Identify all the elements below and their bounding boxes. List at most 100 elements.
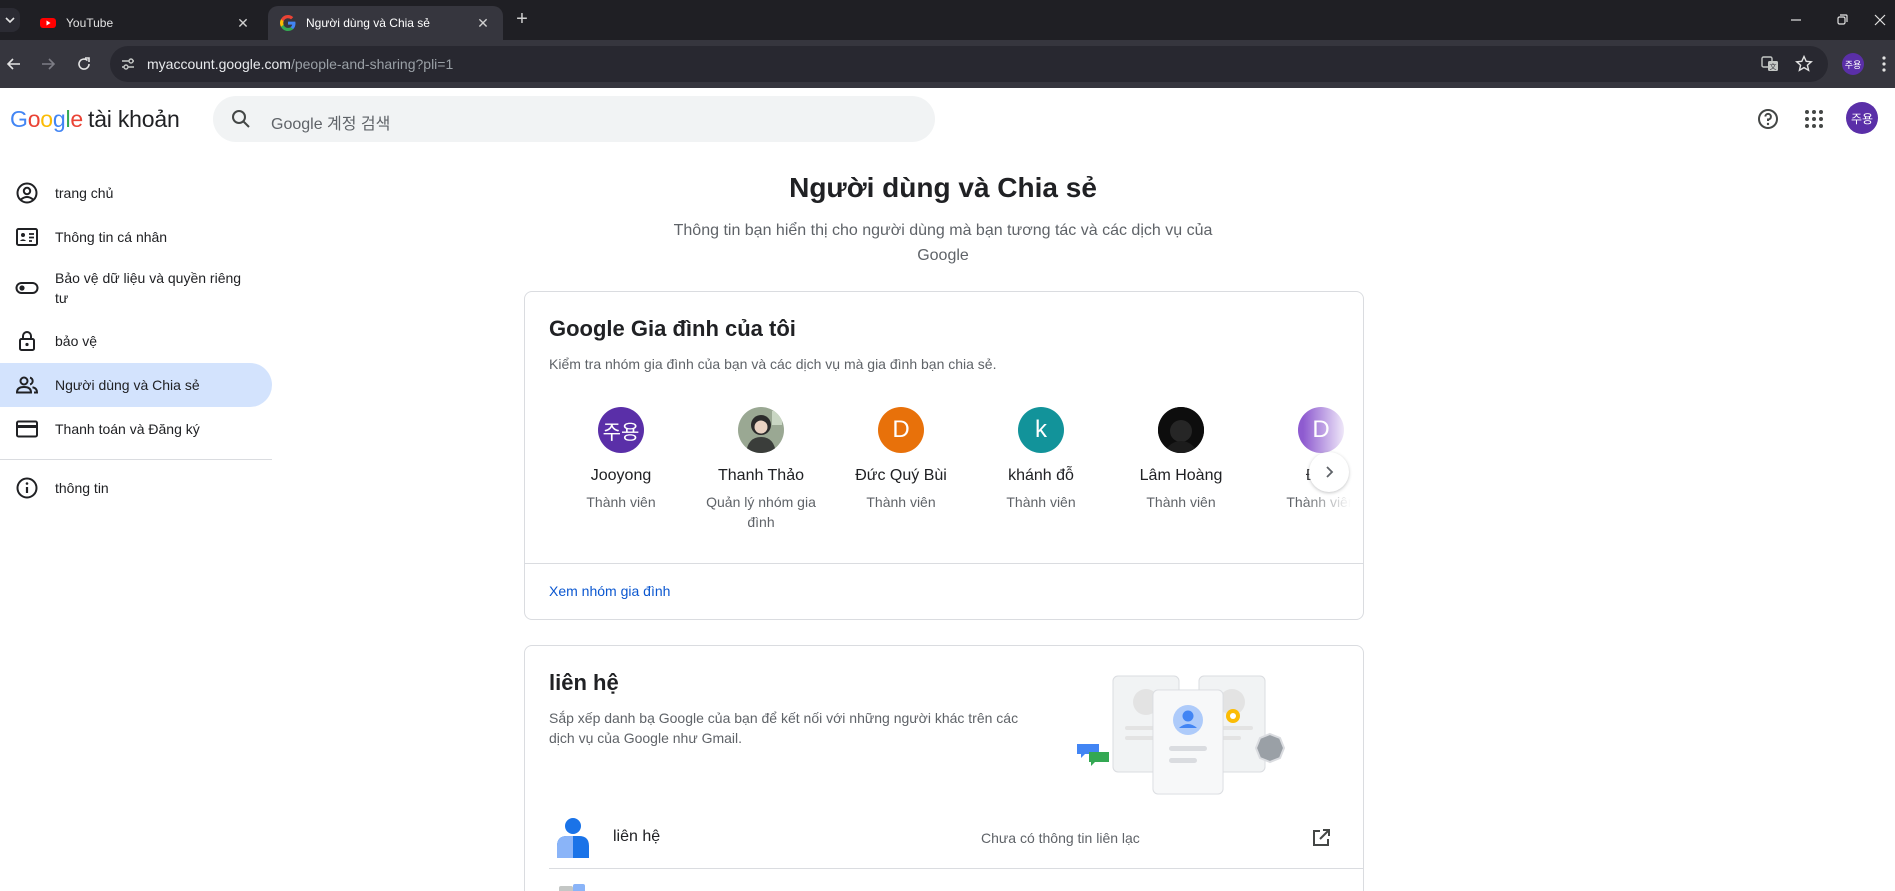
close-icon[interactable]: ✕ bbox=[235, 15, 251, 31]
chevron-down-icon bbox=[5, 17, 15, 24]
member-name: Đức Quý Bùi bbox=[855, 467, 947, 484]
search-input[interactable]: Google 계정 검색 bbox=[271, 110, 390, 134]
lock-icon bbox=[19, 331, 35, 351]
profile-avatar[interactable]: 주용 bbox=[1842, 53, 1864, 75]
sidebar-item-label: Thông tin cá nhân bbox=[55, 229, 168, 245]
contacts-row-status: Chưa có thông tin liên lạc bbox=[981, 830, 1140, 846]
browser-toolbar: myaccount.google.com/people-and-sharing?… bbox=[0, 40, 1895, 88]
address-bar[interactable]: myaccount.google.com/people-and-sharing?… bbox=[110, 46, 1828, 82]
member-avatar: 주용 bbox=[598, 407, 644, 453]
member-name: khánh đỗ bbox=[1008, 467, 1074, 484]
view-family-group-link[interactable]: Xem nhóm gia đình bbox=[549, 583, 670, 599]
family-card: Google Gia đình của tôi Kiểm tra nhóm gi… bbox=[524, 291, 1364, 620]
member-avatar: k bbox=[1018, 407, 1064, 453]
sidebar-item-label: thông tin bbox=[55, 480, 109, 496]
toggle-icon bbox=[15, 282, 39, 294]
family-member[interactable]: D Đức Quý Bùi Thành viên bbox=[831, 407, 971, 512]
restore-icon[interactable] bbox=[1832, 10, 1852, 30]
sidebar-item-data-privacy[interactable]: Bảo vệ dữ liệu và quyền riêng tư bbox=[0, 261, 272, 315]
google-account-logo[interactable]: Google tài khoản bbox=[10, 106, 180, 133]
member-name: Thanh Thảo bbox=[718, 467, 804, 484]
family-member[interactable]: k khánh đỗ Thành viên bbox=[971, 407, 1111, 512]
tab-youtube[interactable]: YouTube ✕ bbox=[28, 6, 263, 40]
member-role: Thành viên bbox=[866, 494, 936, 510]
account-avatar[interactable]: 주용 bbox=[1846, 102, 1878, 134]
sidebar-item-payments[interactable]: Thanh toán và Đăng ký bbox=[0, 409, 272, 449]
contacts-illustration bbox=[1077, 675, 1286, 795]
search-bar[interactable]: Google 계정 검색 bbox=[213, 96, 935, 142]
next-row-icon bbox=[559, 884, 585, 891]
open-in-new-icon[interactable] bbox=[1309, 826, 1333, 850]
contacts-row-label: liên hệ bbox=[613, 828, 661, 845]
member-avatar bbox=[1158, 407, 1204, 453]
translate-icon[interactable]: 文 bbox=[1760, 54, 1780, 74]
contacts-card-title: liên hệ bbox=[549, 670, 619, 695]
family-member[interactable]: Lâm Hoàng Thành viên bbox=[1111, 407, 1251, 512]
family-member[interactable]: Thanh Thảo Quản lý nhóm gia đình bbox=[691, 407, 831, 532]
close-window-icon[interactable] bbox=[1870, 10, 1890, 30]
contacts-card-description: Sắp xếp danh bạ Google của bạn để kết nố… bbox=[549, 710, 1019, 746]
svg-text:文: 文 bbox=[1770, 62, 1777, 71]
row-divider bbox=[549, 868, 1363, 869]
member-avatar bbox=[738, 407, 784, 453]
sidebar-item-label: Thanh toán và Đăng ký bbox=[55, 421, 200, 437]
id-card-icon bbox=[16, 228, 38, 246]
tab-search-button[interactable] bbox=[0, 8, 20, 32]
contacts-card: liên hệ Sắp xếp danh bạ Google của bạn đ… bbox=[524, 645, 1364, 891]
sidebar-item-personal-info[interactable]: Thông tin cá nhân bbox=[0, 217, 272, 257]
person-icon bbox=[557, 818, 589, 858]
family-member[interactable]: 주용 Jooyong Thành viên bbox=[551, 407, 691, 512]
logo-product: tài khoản bbox=[88, 106, 180, 132]
member-name: Jooyong bbox=[590, 467, 652, 484]
card-divider bbox=[525, 563, 1363, 564]
forward-button[interactable] bbox=[36, 52, 60, 76]
sidebar-item-security[interactable]: bảo vệ bbox=[0, 321, 272, 361]
minimize-icon[interactable] bbox=[1786, 10, 1806, 30]
sidebar-item-people-sharing[interactable]: Người dùng và Chia sẻ bbox=[0, 363, 272, 407]
sidebar-item-label: trang chủ bbox=[55, 185, 114, 201]
star-icon[interactable] bbox=[1794, 54, 1814, 74]
help-icon[interactable] bbox=[1756, 107, 1780, 131]
account-circle-icon bbox=[16, 182, 38, 204]
arrow-right-icon bbox=[42, 58, 56, 70]
people-icon bbox=[15, 376, 39, 394]
reload-icon bbox=[78, 57, 90, 70]
google-icon bbox=[280, 15, 296, 31]
member-role: Thành viên bbox=[586, 494, 656, 510]
family-card-title: Google Gia đình của tôi bbox=[549, 316, 796, 341]
chevron-right-icon bbox=[1326, 466, 1334, 478]
page-title: Người dùng và Chia sẻ bbox=[789, 172, 1097, 203]
page-subtitle: Thông tin bạn hiển thị cho người dùng mà… bbox=[673, 222, 1213, 264]
member-role: Thành viên bbox=[1146, 494, 1216, 510]
tab-title: Người dùng và Chia sẻ bbox=[306, 16, 430, 30]
reload-button[interactable] bbox=[72, 52, 96, 76]
contacts-row[interactable]: liên hệ Chưa có thông tin liên lạc bbox=[549, 806, 1341, 870]
member-role: Thành viên bbox=[1006, 494, 1076, 510]
browser-tab-bar: YouTube ✕ Người dùng và Chia sẻ ✕ + bbox=[0, 0, 1895, 40]
sidebar-item-label: Bảo vệ dữ liệu và quyền riêng tư bbox=[55, 270, 242, 306]
app-header: Google tài khoản Google 계정 검색 주용 bbox=[0, 88, 1895, 150]
apps-grid-icon[interactable] bbox=[1802, 107, 1826, 131]
tab-people-sharing[interactable]: Người dùng và Chia sẻ ✕ bbox=[268, 6, 503, 40]
carousel-next-button[interactable] bbox=[1309, 452, 1349, 492]
site-settings-icon[interactable] bbox=[120, 56, 136, 72]
more-vert-icon[interactable] bbox=[1881, 54, 1887, 74]
url-path: /people-and-sharing?pli=1 bbox=[290, 56, 454, 72]
member-photo bbox=[1158, 407, 1204, 453]
search-icon bbox=[232, 110, 250, 128]
credit-card-icon bbox=[16, 420, 38, 438]
sidebar-item-label: Người dùng và Chia sẻ bbox=[55, 377, 200, 393]
youtube-icon bbox=[40, 18, 56, 28]
tab-title: YouTube bbox=[66, 16, 114, 30]
member-photo bbox=[738, 407, 784, 453]
sidebar-item-home[interactable]: trang chủ bbox=[0, 173, 272, 213]
info-icon bbox=[16, 477, 38, 499]
sidebar-item-about[interactable]: thông tin bbox=[0, 468, 272, 508]
new-tab-button[interactable]: + bbox=[512, 9, 532, 29]
logo-google: Google bbox=[10, 106, 83, 132]
back-button[interactable] bbox=[2, 52, 26, 76]
arrow-left-icon bbox=[6, 58, 20, 70]
member-role: Quản lý nhóm gia đình bbox=[706, 494, 816, 530]
close-icon[interactable]: ✕ bbox=[475, 15, 491, 31]
url-text: myaccount.google.com/people-and-sharing?… bbox=[147, 56, 453, 72]
